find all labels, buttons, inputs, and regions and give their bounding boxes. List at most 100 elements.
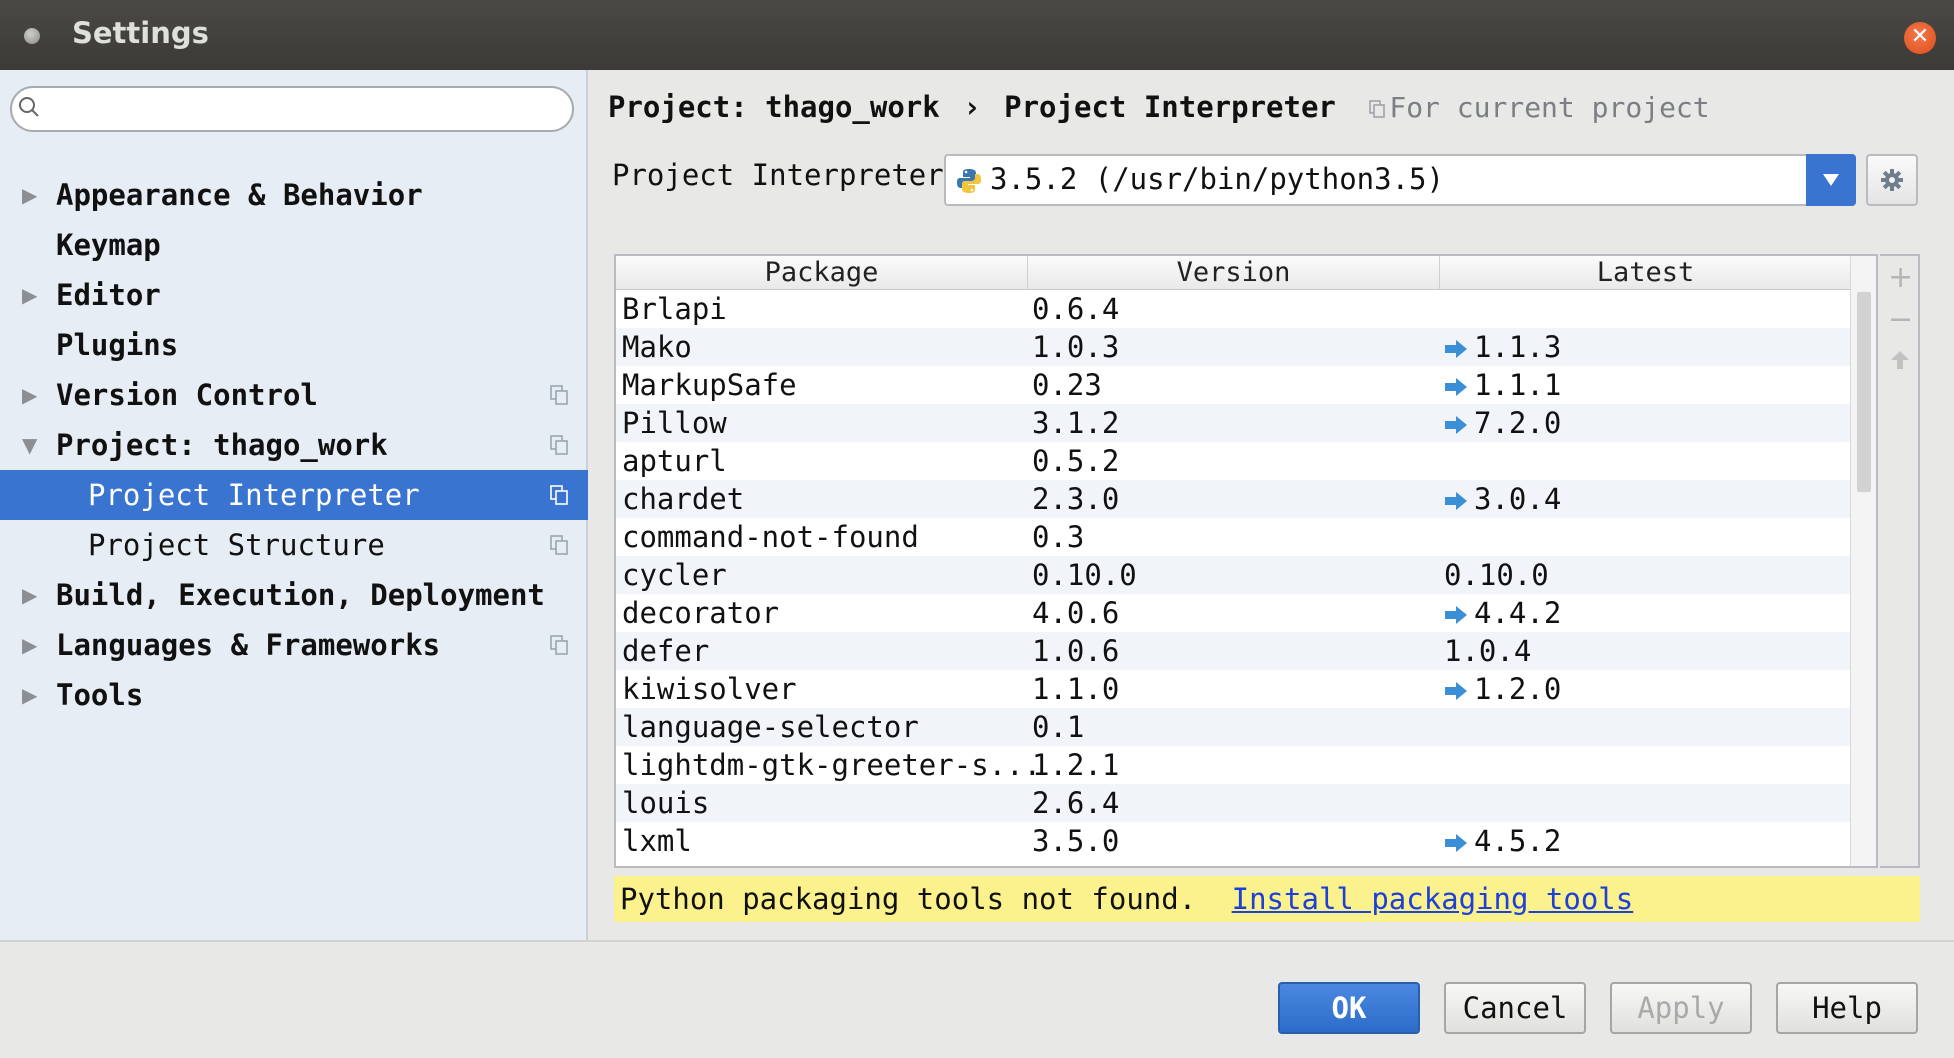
sidebar-item-label: Editor (56, 278, 161, 312)
table-row[interactable]: apturl 0.5.2 (616, 442, 1852, 480)
ok-button[interactable]: OK (1278, 982, 1420, 1034)
sidebar-item-editor[interactable]: ▶ Editor (0, 270, 588, 320)
table-row[interactable]: chardet 2.3.0 3.0.4 (616, 480, 1852, 518)
table-row[interactable]: lightdm-gtk-greeter-s... 1.2.1 (616, 746, 1852, 784)
latest-version: 1.1.3 (1474, 330, 1562, 364)
chevron-right-icon[interactable]: ▶ (22, 170, 37, 220)
package-version: 1.1.0 (1032, 672, 1120, 706)
interpreter-settings-button[interactable] (1866, 154, 1918, 206)
package-latest: 7.2.0 (1444, 404, 1561, 442)
sidebar-item-project-interpreter[interactable]: Project Interpreter (0, 470, 588, 520)
table-row[interactable]: Pillow 3.1.2 7.2.0 (616, 404, 1852, 442)
copy-icon (550, 485, 568, 505)
copy-icon (550, 435, 568, 455)
window-menu-icon[interactable] (24, 28, 40, 44)
package-version: 0.1 (1032, 710, 1085, 744)
chevron-right-icon[interactable]: ▶ (22, 670, 37, 720)
scrollbar-thumb[interactable] (1857, 292, 1871, 492)
column-header-version[interactable]: Version (1028, 256, 1440, 290)
package-toolbar: + − (1880, 254, 1920, 868)
package-name: Brlapi (622, 292, 727, 326)
chevron-right-icon[interactable]: ▶ (22, 570, 37, 620)
interpreter-label: Project Interpreter: (612, 158, 962, 192)
breadcrumb-project: Project: thago_work (608, 90, 940, 124)
column-header-latest[interactable]: Latest (1440, 256, 1852, 290)
install-packaging-tools-link[interactable]: Install packaging tools (1232, 882, 1634, 916)
sidebar-item-project-thago-work[interactable]: ▼ Project: thago_work (0, 420, 588, 470)
help-button[interactable]: Help (1776, 982, 1918, 1034)
package-name: command-not-found (622, 520, 919, 554)
table-row[interactable]: MarkupSafe 0.23 1.1.1 (616, 366, 1852, 404)
apply-button[interactable]: Apply (1610, 982, 1752, 1034)
chevron-down-icon[interactable]: ▼ (22, 420, 37, 470)
package-version: 0.6.4 (1032, 292, 1120, 326)
sidebar-item-keymap[interactable]: Keymap (0, 220, 588, 270)
package-latest: 1.0.4 (1444, 632, 1531, 670)
package-name: cycler (622, 558, 727, 592)
upgrade-arrow-icon (1445, 340, 1467, 358)
latest-version: 0.10.0 (1444, 558, 1549, 592)
warning-text: Python packaging tools not found. (620, 882, 1197, 916)
chevron-right-icon[interactable]: ▶ (22, 370, 37, 420)
table-row[interactable]: defer 1.0.6 1.0.4 (616, 632, 1852, 670)
sidebar-item-plugins[interactable]: Plugins (0, 320, 588, 370)
sidebar-item-tools[interactable]: ▶ Tools (0, 670, 588, 720)
table-row[interactable]: louis 2.6.4 (616, 784, 1852, 822)
table-row[interactable]: Mako 1.0.3 1.1.3 (616, 328, 1852, 366)
upgrade-arrow-icon (1445, 834, 1467, 852)
sidebar-item-version-control[interactable]: ▶ Version Control (0, 370, 588, 420)
plus-icon[interactable]: + (1888, 263, 1913, 293)
package-version: 1.0.6 (1032, 634, 1120, 668)
package-name: Pillow (622, 406, 727, 440)
scope-note: For current project (1369, 91, 1710, 124)
table-row[interactable]: cycler 0.10.0 0.10.0 (616, 556, 1852, 594)
chevron-down-icon (1823, 174, 1839, 186)
settings-sidebar: ▶ Appearance & Behavior Keymap ▶ Editor Plugi… (0, 70, 588, 940)
packaging-warning: Python packaging tools not found. Instal… (614, 876, 1920, 922)
arrow-up-icon[interactable] (1888, 348, 1912, 372)
table-row[interactable]: language-selector 0.1 (616, 708, 1852, 746)
sidebar-item-languages-frameworks[interactable]: ▶ Languages & Frameworks (0, 620, 588, 670)
sidebar-item-label: Tools (56, 678, 144, 712)
table-row[interactable]: kiwisolver 1.1.0 1.2.0 (616, 670, 1852, 708)
latest-version: 1.0.4 (1444, 634, 1532, 668)
minus-icon[interactable]: − (1888, 305, 1913, 335)
package-version: 2.3.0 (1032, 482, 1120, 516)
footer-divider (0, 940, 1954, 942)
package-version: 4.0.6 (1032, 596, 1120, 630)
table-scrollbar[interactable] (1850, 256, 1876, 866)
copy-icon (550, 385, 568, 405)
sidebar-item-project-structure[interactable]: Project Structure (0, 520, 588, 570)
package-name: louis (622, 786, 710, 820)
package-name: lightdm-gtk-greeter-s... (622, 748, 1042, 782)
sidebar-item-build-execution-deployment[interactable]: ▶ Build, Execution, Deployment (0, 570, 588, 620)
upgrade-arrow-icon (1445, 492, 1467, 510)
sidebar-item-appearance-behavior[interactable]: ▶ Appearance & Behavior (0, 170, 588, 220)
search-input[interactable] (10, 86, 574, 132)
sidebar-item-label: Languages & Frameworks (56, 628, 441, 662)
close-icon[interactable]: ✕ (1904, 22, 1936, 54)
chevron-right-icon[interactable]: ▶ (22, 620, 37, 670)
cancel-button[interactable]: Cancel (1444, 982, 1586, 1034)
table-row[interactable]: lxml 3.5.0 4.5.2 (616, 822, 1852, 860)
table-header: Package Version Latest (616, 256, 1852, 290)
table-row[interactable]: decorator 4.0.6 4.4.2 (616, 594, 1852, 632)
upgrade-arrow-icon (1445, 416, 1467, 434)
sidebar-item-label: Plugins (56, 328, 179, 362)
column-header-package[interactable]: Package (616, 256, 1028, 290)
interpreter-select[interactable]: 3.5.2 (/usr/bin/python3.5) (944, 154, 1856, 206)
package-name: MarkupSafe (622, 368, 797, 402)
package-latest: 1.2.0 (1444, 670, 1561, 708)
table-row[interactable]: command-not-found 0.3 (616, 518, 1852, 556)
title-bar: Settings ✕ (0, 0, 1954, 70)
sidebar-item-label: Project: thago_work (56, 428, 388, 462)
sidebar-item-label: Project Interpreter (88, 478, 420, 512)
package-latest: 1.1.3 (1444, 328, 1561, 366)
packages-table: Package Version Latest Brlapi 0.6.4 Mako 1.… (614, 254, 1878, 868)
chevron-right-icon[interactable]: ▶ (22, 270, 37, 320)
dropdown-button[interactable] (1806, 154, 1856, 206)
package-version: 0.3 (1032, 520, 1085, 554)
copy-icon (550, 635, 568, 655)
package-name: lxml (622, 824, 692, 858)
table-row[interactable]: Brlapi 0.6.4 (616, 290, 1852, 328)
